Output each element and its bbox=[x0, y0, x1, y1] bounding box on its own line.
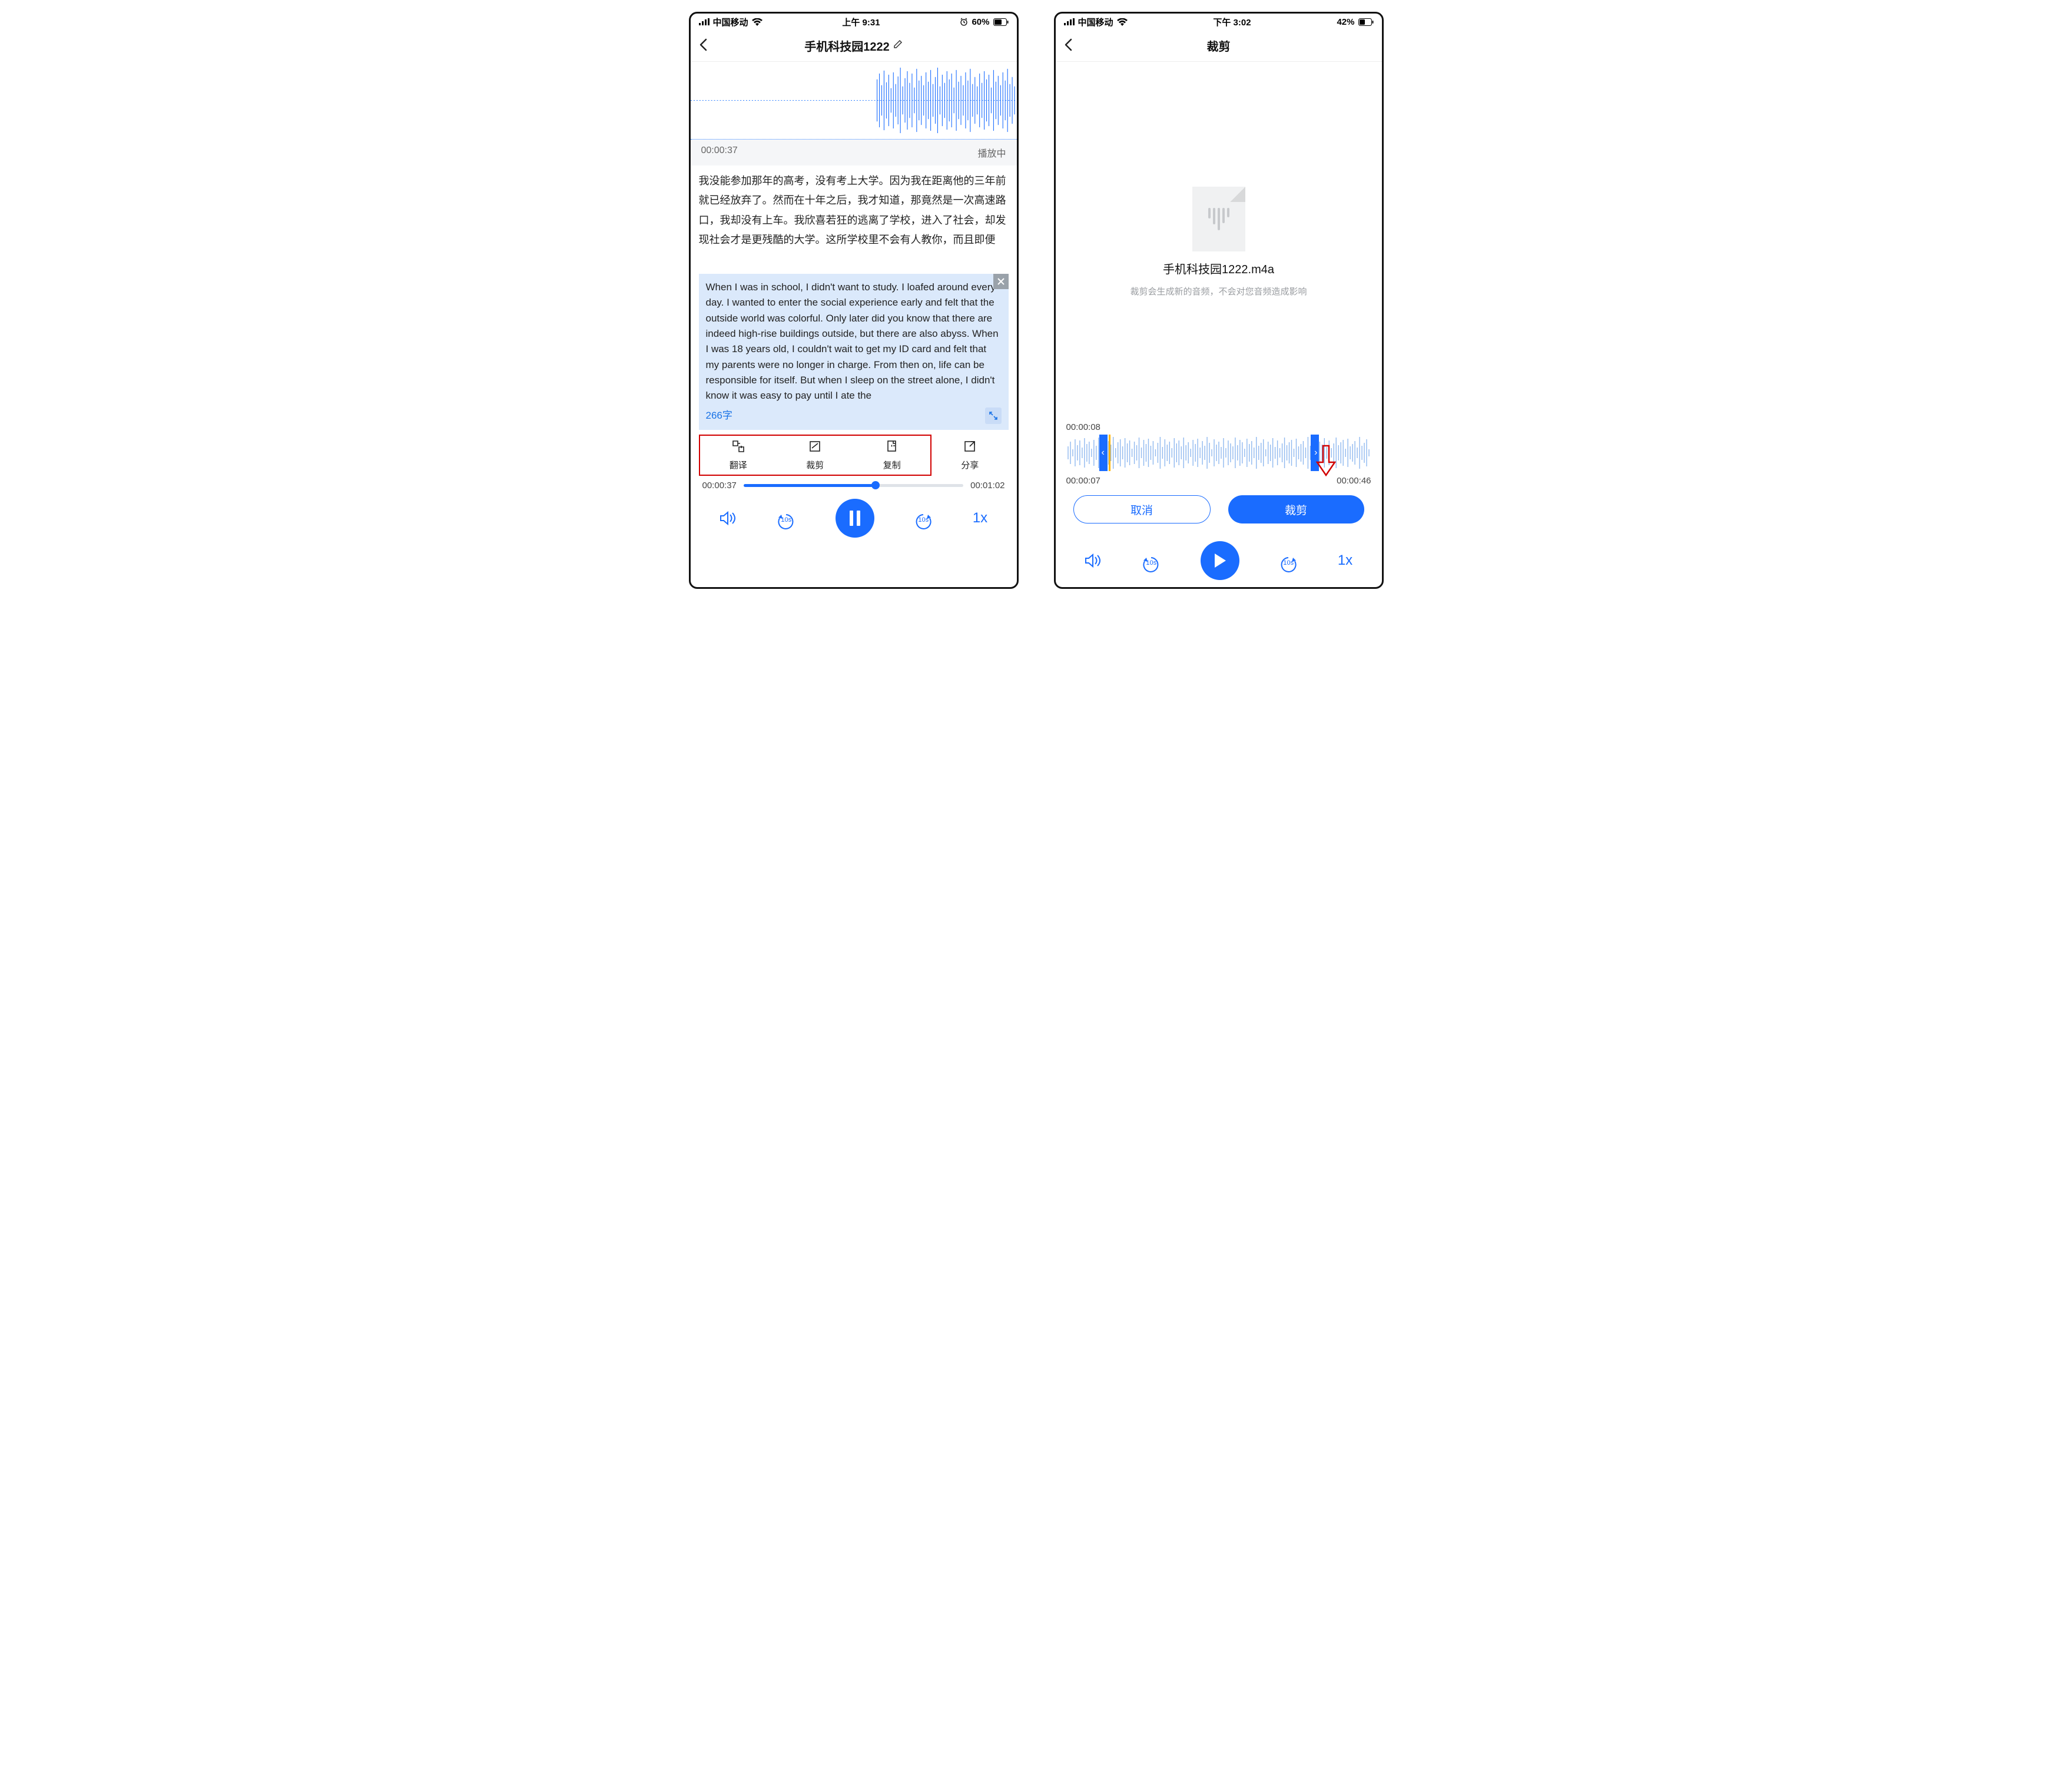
player-controls: 10s 10s 1x bbox=[1056, 541, 1382, 587]
status-bar: 中国移动 上午 9:31 60% bbox=[691, 14, 1017, 30]
clock: 下午 3:02 bbox=[1128, 16, 1337, 28]
trim-button[interactable]: 裁剪 bbox=[777, 436, 854, 475]
carrier-label: 中国移动 bbox=[713, 16, 748, 28]
close-icon[interactable] bbox=[993, 274, 1009, 289]
battery-icon bbox=[993, 18, 1009, 26]
playhead-time: 00:00:08 bbox=[1066, 422, 1371, 432]
waveform-display[interactable] bbox=[691, 62, 1017, 140]
forward-label: 10s bbox=[918, 516, 929, 523]
trim-handle-left-icon[interactable]: ‹ bbox=[1101, 448, 1104, 458]
battery-label: 42% bbox=[1337, 17, 1354, 27]
nav-bar: 裁剪 bbox=[1056, 30, 1382, 62]
forward-label: 10s bbox=[1283, 559, 1294, 566]
signal-icon bbox=[699, 18, 710, 25]
play-status: 播放中 bbox=[977, 145, 1006, 160]
file-preview: 手机科技园1222.m4a 裁剪会生成新的音频，不会对您音频造成影响 bbox=[1056, 62, 1382, 422]
forward-10s-button[interactable]: 10s bbox=[913, 512, 933, 523]
battery-label: 60% bbox=[972, 17, 989, 27]
speed-button[interactable]: 1x bbox=[973, 510, 987, 526]
translate-button[interactable]: 翻译 bbox=[700, 436, 777, 475]
wifi-icon bbox=[752, 18, 763, 26]
translate-icon bbox=[731, 439, 745, 457]
phone-right: 中国移动 下午 3:02 42% 裁剪 手机科技园1222.m4a 裁剪会生成新… bbox=[1054, 12, 1384, 589]
page-title: 裁剪 bbox=[1207, 37, 1231, 54]
share-icon bbox=[963, 439, 977, 457]
player-controls: 10s 10s 1x bbox=[691, 499, 1017, 545]
volume-button[interactable] bbox=[1085, 553, 1102, 568]
forward-10s-button[interactable]: 10s bbox=[1278, 555, 1298, 566]
progress-bar[interactable]: 00:00:37 00:01:02 bbox=[702, 481, 1005, 491]
copy-icon bbox=[885, 439, 899, 457]
time-status-row: 00:00:37 播放中 bbox=[691, 140, 1017, 165]
arrow-annotation-icon bbox=[1316, 445, 1336, 476]
rewind-10s-button[interactable]: 10s bbox=[1141, 555, 1161, 566]
phone-left: 中国移动 上午 9:31 60% 手机科技园1222 bbox=[689, 12, 1019, 589]
volume-button[interactable] bbox=[720, 511, 737, 526]
back-button[interactable] bbox=[699, 38, 707, 54]
alarm-icon bbox=[960, 18, 968, 26]
cancel-button[interactable]: 取消 bbox=[1073, 495, 1211, 523]
status-bar: 中国移动 下午 3:02 42% bbox=[1056, 14, 1382, 30]
wifi-icon bbox=[1117, 18, 1128, 26]
battery-icon bbox=[1358, 18, 1374, 26]
progress-track[interactable] bbox=[744, 484, 963, 487]
audio-file-icon bbox=[1192, 187, 1245, 251]
signal-icon bbox=[1064, 18, 1075, 25]
play-button[interactable] bbox=[1201, 541, 1239, 580]
translation-text: When I was in school, I didn't want to s… bbox=[706, 280, 1002, 404]
progress-current: 00:00:37 bbox=[702, 481, 737, 491]
file-name: 手机科技园1222.m4a bbox=[1163, 260, 1274, 277]
nav-bar: 手机科技园1222 bbox=[691, 30, 1017, 62]
translate-label: 翻译 bbox=[730, 459, 747, 471]
clock: 上午 9:31 bbox=[763, 16, 960, 28]
title-text: 手机科技园1222 bbox=[804, 37, 890, 54]
progress-thumb[interactable] bbox=[871, 481, 880, 489]
selection-end-time: 00:00:46 bbox=[1337, 476, 1371, 486]
expand-icon[interactable] bbox=[985, 407, 1002, 424]
button-row: 取消 裁剪 bbox=[1056, 486, 1382, 533]
trim-selection[interactable]: ‹ › bbox=[1099, 435, 1319, 471]
word-count: 266字 bbox=[706, 408, 732, 423]
progress-fill bbox=[744, 484, 876, 487]
highlighted-actions: 翻译 裁剪 复制 bbox=[699, 435, 932, 476]
selection-start-time: 00:00:07 bbox=[1066, 476, 1100, 486]
rewind-10s-button[interactable]: 10s bbox=[776, 512, 796, 523]
edit-icon[interactable] bbox=[893, 39, 903, 52]
rewind-label: 10s bbox=[1146, 559, 1156, 566]
share-button[interactable]: 分享 bbox=[931, 435, 1009, 476]
share-label: 分享 bbox=[961, 459, 979, 471]
pause-button[interactable] bbox=[836, 499, 874, 538]
transcript-text[interactable]: 我没能参加那年的高考，没有考上大学。因为我在距离他的三年前就已经放弃了。然而在十… bbox=[699, 171, 1009, 271]
copy-label: 复制 bbox=[883, 459, 901, 471]
file-hint: 裁剪会生成新的音频，不会对您音频造成影响 bbox=[1130, 285, 1307, 297]
translation-popup: When I was in school, I didn't want to s… bbox=[699, 274, 1009, 430]
trim-label: 裁剪 bbox=[806, 459, 824, 471]
progress-total: 00:01:02 bbox=[970, 481, 1004, 491]
trim-icon bbox=[808, 439, 822, 457]
elapsed-time: 00:00:37 bbox=[701, 145, 738, 160]
confirm-trim-button[interactable]: 裁剪 bbox=[1228, 495, 1364, 523]
trim-playhead[interactable] bbox=[1109, 435, 1110, 471]
speed-button[interactable]: 1x bbox=[1338, 552, 1352, 569]
back-button[interactable] bbox=[1064, 38, 1072, 54]
carrier-label: 中国移动 bbox=[1078, 16, 1113, 28]
rewind-label: 10s bbox=[781, 516, 791, 523]
action-row: 翻译 裁剪 复制 分享 bbox=[699, 435, 1009, 476]
copy-button[interactable]: 复制 bbox=[854, 436, 931, 475]
page-title: 手机科技园1222 bbox=[804, 37, 903, 54]
